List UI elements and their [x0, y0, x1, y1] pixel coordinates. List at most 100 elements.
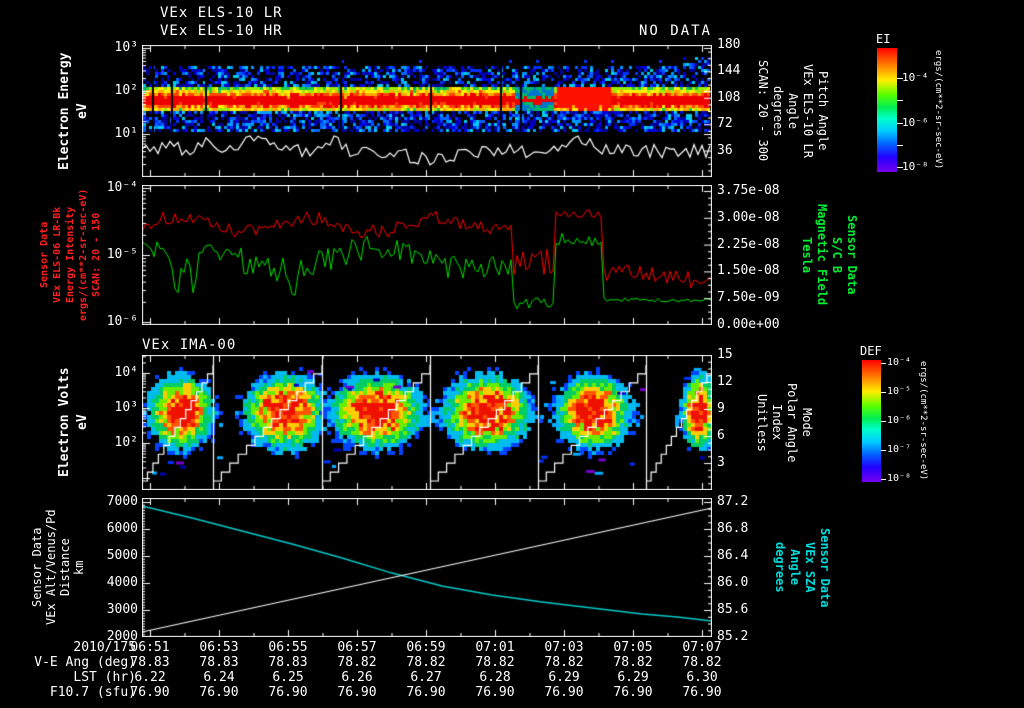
panel1-right-tick-label: 36: [717, 143, 733, 158]
panel1-left-axis-label-line: Electron Energy: [57, 52, 72, 170]
panel2-left-axis-label-line: VEx ELS-06 LR-Bk: [52, 206, 63, 304]
panel4-right-axis-label-line: Sensor Data: [818, 527, 832, 608]
panel1-right-tick-label: 180: [717, 37, 741, 52]
panel2-right-axis-label-line: Tesla: [800, 236, 814, 274]
panel4-left-tick-label: 7000: [106, 494, 138, 509]
panel2-right-axis-label-line: Magnetic Field: [815, 204, 829, 306]
table-cell: 78.82: [406, 655, 446, 670]
panel4-left-tick-label: 4000: [106, 575, 138, 590]
panel4-altitude-sza-canvas: [142, 498, 712, 637]
table-cell: 6.24: [203, 670, 235, 685]
panel2-intensity-bfield-canvas: [142, 185, 712, 325]
table-cell: 78.83: [130, 655, 170, 670]
colorbar-def-tick-label: 10⁻⁶: [887, 415, 912, 426]
colorbar-def-tick: [881, 479, 886, 480]
panel4-right-tick-label: 86.4: [717, 548, 749, 563]
table-cell: 6.29: [548, 670, 580, 685]
panel1-electron-spectrogram-canvas: [142, 45, 712, 177]
panel2-right-tick-label: 3.75e-08: [717, 183, 780, 198]
table-cell: 6.29: [617, 670, 649, 685]
panel4-left-tick-label: 3000: [106, 602, 138, 617]
table-cell: 78.83: [199, 655, 239, 670]
panel2-right-tick-label: 1.50e-08: [717, 263, 780, 278]
colorbar-ei-title: EI: [876, 32, 891, 46]
panel4-right-axis-label-line: VEx SZA: [803, 542, 817, 593]
panel4-left-axis-label-line: Distance: [58, 538, 72, 597]
panel3-left-axis-label-line: Electron Volts: [57, 367, 72, 478]
table-row-label: LST (hr): [73, 670, 136, 685]
table-cell: 78.82: [682, 655, 722, 670]
table-cell: 6.25: [272, 670, 304, 685]
panel2-right-axis-label: Sensor Data S/C B Magnetic Field Tesla: [797, 185, 859, 325]
colorbar-def-tick: [881, 421, 886, 422]
panel4-left-axis-label-line: VEx Alt/Venus/Pd: [44, 509, 58, 626]
table-cell: 76.90: [337, 685, 377, 700]
colorbar-ei-tick-label: 10⁻⁸: [902, 160, 929, 173]
panel2-right-tick-label: 3.00e-08: [717, 210, 780, 225]
panel2-right-tick-label: 0.00e+00: [717, 317, 780, 332]
table-cell: 78.82: [337, 655, 377, 670]
panel2-right-tick-label: 7.50e-09: [717, 290, 780, 305]
panel2-left-tick-label: 10⁻⁴: [106, 180, 138, 195]
table-cell: 78.83: [268, 655, 308, 670]
panel3-right-tick-label: 15: [717, 347, 733, 362]
time-axis-label: 06:57: [337, 640, 377, 655]
panel4-right-tick-label: 86.8: [717, 521, 749, 536]
panel3-title: VEx IMA-00: [142, 337, 237, 353]
panel1-right-tick-label: 72: [717, 116, 733, 131]
time-axis-label: 07:03: [544, 640, 584, 655]
panel3-left-tick-label: 10³: [114, 400, 138, 415]
colorbar-def-tick: [881, 392, 886, 393]
colorbar-def-tick-label: 10⁻⁷: [887, 444, 912, 455]
panel3-left-tick-label: 10⁴: [114, 365, 138, 380]
panel3-ima-spectrogram-canvas: [142, 355, 712, 490]
colorbar-def-tick-label: 10⁻⁸: [887, 473, 912, 484]
table-row-label: F10.7 (sfu): [49, 685, 136, 700]
panel2-left-axis-label-line: Sensor Data: [39, 221, 50, 289]
panel2-right-axis-label-line: Sensor Data: [845, 215, 859, 295]
table-cell: 76.90: [268, 685, 308, 700]
table-cell: 78.82: [475, 655, 515, 670]
table-cell: 76.90: [544, 685, 584, 700]
time-axis-label: 07:01: [475, 640, 515, 655]
panel4-right-tick-label: 85.6: [717, 602, 749, 617]
table-cell: 6.27: [410, 670, 442, 685]
colorbar-def-tick-label: 10⁻⁴: [887, 357, 912, 368]
panel3-right-axis-label-line: Mode: [800, 408, 814, 437]
panel4-left-tick-label: 5000: [106, 548, 138, 563]
panel3-left-tick-label: 10²: [114, 435, 138, 450]
table-cell: 76.90: [406, 685, 446, 700]
colorbar-ei-tick-label: 10⁻⁴: [902, 71, 929, 84]
panel3-right-tick-label: 12: [717, 374, 733, 389]
panel1-left-tick-label: 10¹: [114, 126, 138, 141]
colorbar-ei-tick: [897, 100, 903, 101]
table-cell: 6.22: [134, 670, 166, 685]
page-title-els-lr: VEx ELS-10 LR: [160, 5, 283, 21]
time-axis-label: 06:55: [268, 640, 308, 655]
panel3-right-tick-label: 9: [717, 401, 725, 416]
panel1-right-axis-label-line: VEx ELS-10 LR: [801, 64, 815, 158]
table-row-label: V-E Ang (deg): [34, 655, 136, 670]
page-title-els-hr: VEx ELS-10 HR: [160, 23, 283, 39]
table-cell: 76.90: [130, 685, 170, 700]
colorbar-def-title: DEF: [860, 344, 882, 358]
panel4-right-tick-label: 87.2: [717, 494, 749, 509]
panel1-left-tick-label: 10³: [114, 40, 138, 55]
colorbar-ei-tick-label: 10⁻⁶: [902, 116, 929, 129]
colorbar-def-tick-label: 10⁻⁵: [887, 386, 912, 397]
table-cell: 6.28: [479, 670, 511, 685]
panel4-left-tick-label: 6000: [106, 521, 138, 536]
colorbar-def-tick: [881, 450, 886, 451]
panel1-left-axis-label: Electron Energy eV: [56, 45, 96, 177]
colorbar-def-units: ergs/(cm**2-sr-sec-eV): [918, 361, 928, 481]
panel1-right-tick-label: 108: [717, 90, 741, 105]
time-axis-label: 06:53: [199, 640, 239, 655]
table-cell: 76.90: [613, 685, 653, 700]
panel4-left-axis-label-line: Sensor Data: [30, 527, 44, 608]
panel2-right-tick-label: 2.25e-08: [717, 237, 780, 252]
panel1-right-tick-label: 144: [717, 63, 741, 78]
table-cell: 6.30: [686, 670, 718, 685]
panel2-left-tick-label: 10⁻⁶: [106, 314, 138, 329]
table-cell: 76.90: [199, 685, 239, 700]
time-axis-label: 07:05: [613, 640, 653, 655]
